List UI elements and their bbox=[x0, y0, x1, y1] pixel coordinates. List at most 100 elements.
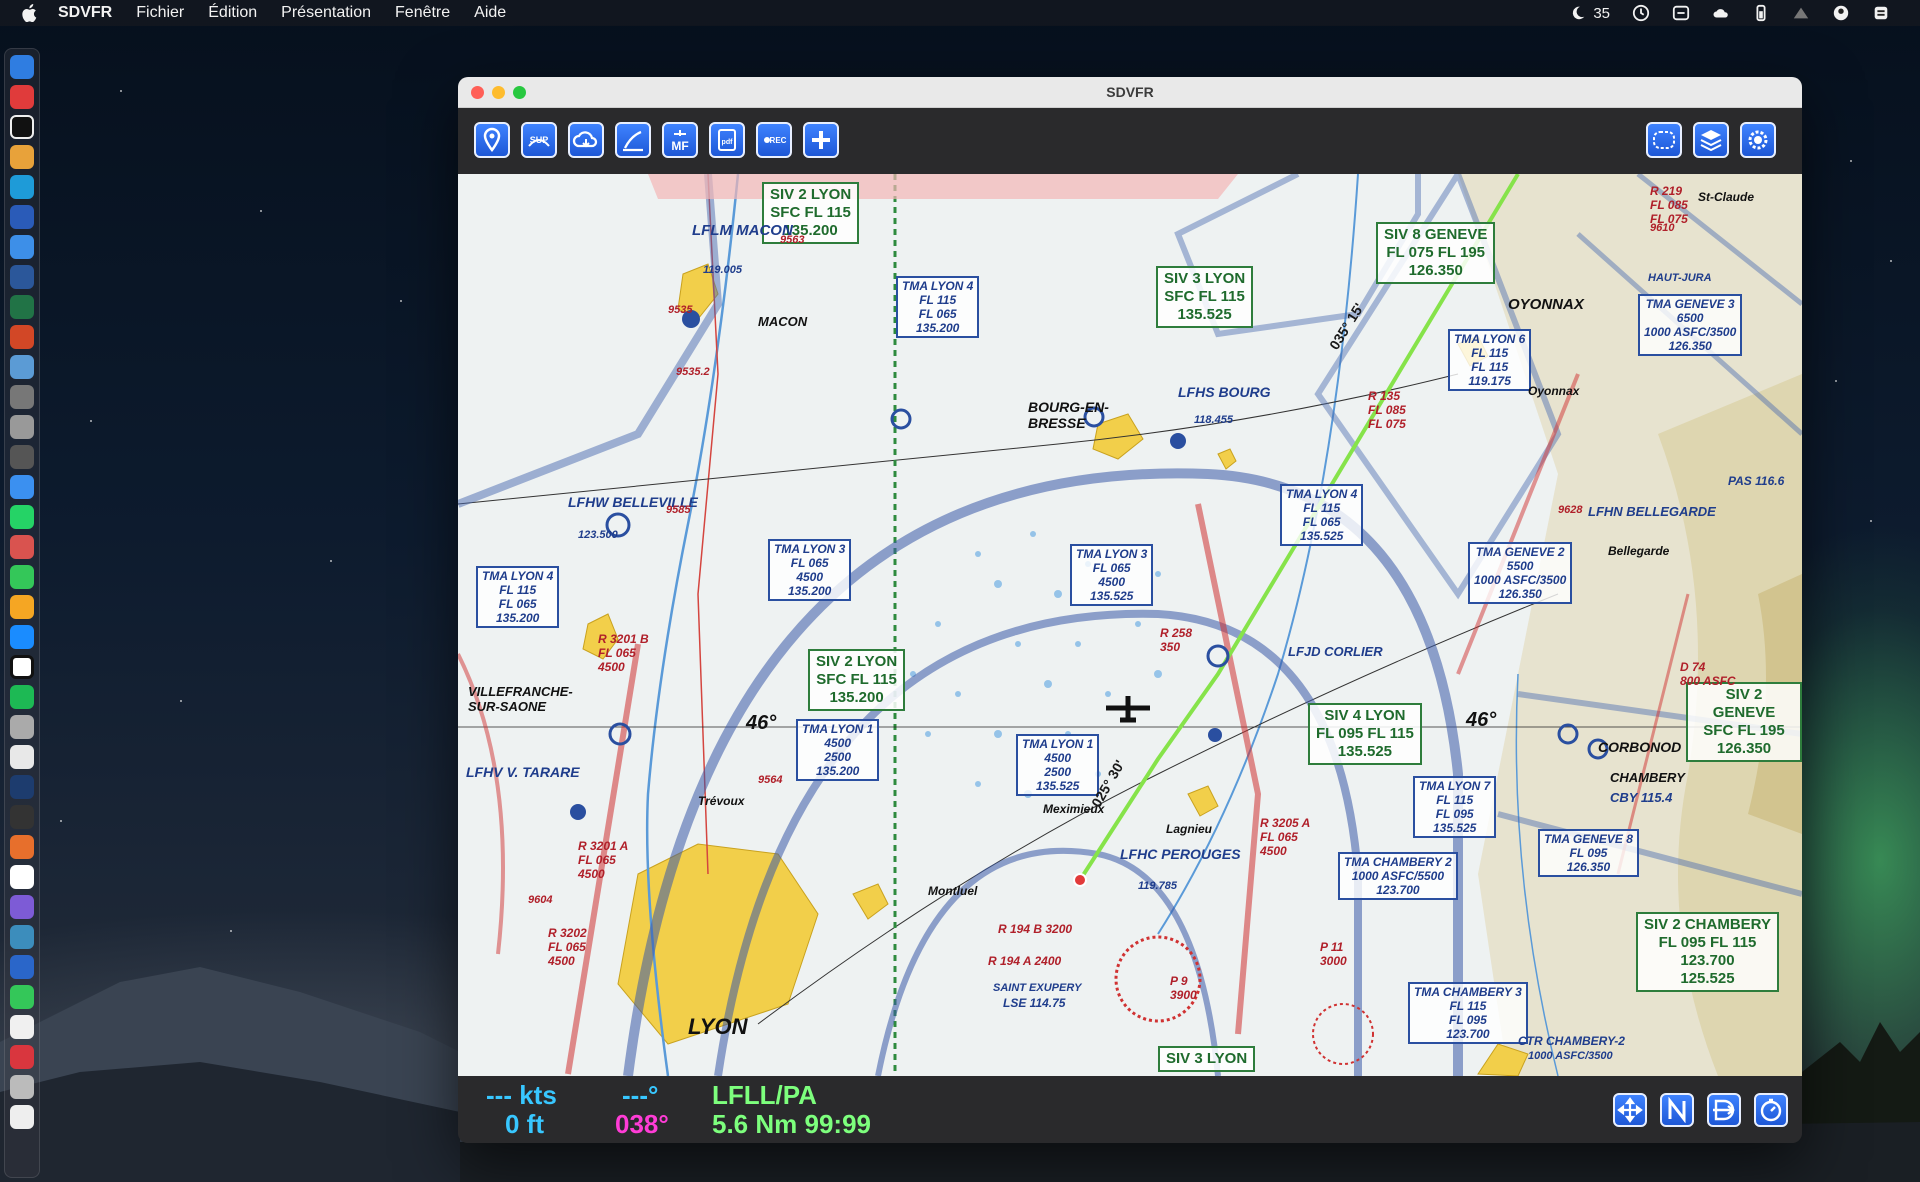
pdf-button[interactable]: pdf bbox=[709, 122, 745, 158]
user-account-icon[interactable] bbox=[1832, 4, 1850, 22]
dock-appstore-icon[interactable] bbox=[10, 625, 34, 649]
tma-label-chambery2[interactable]: TMA CHAMBERY 2 1000 ASFC/5500 123.700 bbox=[1338, 852, 1458, 900]
danger-label-d74[interactable]: D 74 800 ASFC bbox=[1680, 660, 1736, 688]
tma-label-lyon1-west[interactable]: TMA LYON 1 4500 2500 135.200 bbox=[796, 719, 880, 781]
north-up-button[interactable] bbox=[1660, 1093, 1694, 1127]
dock-app-icon-3[interactable] bbox=[10, 655, 34, 679]
dock-app-icon-10[interactable] bbox=[10, 1045, 34, 1069]
dock-powerpoint-icon[interactable] bbox=[10, 325, 34, 349]
dock-safari-icon[interactable] bbox=[10, 475, 34, 499]
dock-calendar-icon-2[interactable] bbox=[10, 1015, 34, 1039]
dock-camera-icon[interactable] bbox=[10, 805, 34, 829]
dock-app-icon-7[interactable] bbox=[10, 865, 34, 889]
restricted-label-r3201b[interactable]: R 3201 B FL 065 4500 bbox=[598, 632, 649, 674]
place-label-lflm-macon[interactable]: LFLM MACON bbox=[692, 222, 793, 239]
restricted-label-r3201a[interactable]: R 3201 A FL 065 4500 bbox=[578, 839, 628, 881]
restricted-label-r3202[interactable]: R 3202 FL 065 4500 bbox=[548, 926, 587, 968]
dock-sdvfr-icon[interactable] bbox=[10, 955, 34, 979]
cloud-icon[interactable] bbox=[1712, 4, 1730, 22]
dock-app-icon[interactable] bbox=[10, 115, 34, 139]
tma-label-geneve3[interactable]: TMA GENEVE 3 6500 1000 ASFC/3500 126.350 bbox=[1638, 294, 1743, 356]
menu-fenetre[interactable]: Fenêtre bbox=[395, 4, 450, 22]
dock-whatsapp-icon[interactable] bbox=[10, 505, 34, 529]
settings-button[interactable] bbox=[1740, 122, 1776, 158]
place-label-lfhv-tarare[interactable]: LFHV V. TARARE bbox=[466, 764, 580, 780]
dock-excel-icon[interactable] bbox=[10, 295, 34, 319]
dock-settings-icon[interactable] bbox=[10, 385, 34, 409]
dock-finder-icon[interactable] bbox=[10, 55, 34, 79]
dock-security-icon[interactable] bbox=[10, 205, 34, 229]
menu-edition[interactable]: Édition bbox=[208, 4, 257, 22]
dock-calendar-icon[interactable] bbox=[10, 535, 34, 559]
airspace-label-siv2-geneve[interactable]: SIV 2 GENEVE SFC FL 195 126.350 bbox=[1686, 682, 1802, 762]
clock-icon[interactable] bbox=[1632, 4, 1650, 22]
dock-app-icon-8[interactable] bbox=[10, 895, 34, 919]
restricted-label-r135[interactable]: R 135 FL 085 FL 075 bbox=[1368, 389, 1406, 431]
dock-app-icon-2[interactable] bbox=[10, 355, 34, 379]
timer-button[interactable] bbox=[1754, 1093, 1788, 1127]
center-position-button[interactable] bbox=[1613, 1093, 1647, 1127]
menu-fichier[interactable]: Fichier bbox=[136, 4, 184, 22]
battery-icon[interactable] bbox=[1752, 4, 1770, 22]
menu-app-name[interactable]: SDVFR bbox=[58, 4, 112, 22]
tma-label-lyon6[interactable]: TMA LYON 6 FL 115 FL 115 119.175 bbox=[1448, 329, 1532, 391]
tma-label-lyon4-east[interactable]: TMA LYON 4 FL 115 FL 065 135.525 bbox=[1280, 484, 1364, 546]
menu-presentation[interactable]: Présentation bbox=[281, 4, 371, 22]
restricted-label-r219[interactable]: R 219 FL 085 FL 075 bbox=[1650, 184, 1688, 226]
prohibited-label-p11[interactable]: P 11 3000 bbox=[1320, 940, 1347, 968]
tma-label-geneve8[interactable]: TMA GENEVE 8 FL 095 126.350 bbox=[1538, 829, 1639, 877]
menu-extra-temp[interactable]: 35 bbox=[1569, 4, 1610, 22]
dock-app-icon-11[interactable] bbox=[10, 1075, 34, 1099]
record-button[interactable]: REC bbox=[756, 122, 792, 158]
dock-clock-icon[interactable] bbox=[10, 445, 34, 469]
apple-menu-icon[interactable] bbox=[20, 4, 38, 22]
place-label-pas-vor[interactable]: PAS 116.6 bbox=[1728, 474, 1784, 488]
profile-button[interactable] bbox=[615, 122, 651, 158]
dock-photos-icon[interactable] bbox=[10, 595, 34, 619]
airspace-label-siv2-chambery[interactable]: SIV 2 CHAMBERY FL 095 FL 115 123.700 125.52… bbox=[1636, 912, 1779, 992]
dock-app-icon-6[interactable] bbox=[10, 775, 34, 799]
place-label-lfhs-bourg[interactable]: LFHS BOURG bbox=[1178, 384, 1271, 400]
dock-app-icon-4[interactable] bbox=[10, 715, 34, 739]
tma-label-geneve2[interactable]: TMA GENEVE 2 5500 1000 ASFC/3500 126.350 bbox=[1468, 542, 1573, 604]
tma-label-lyon7[interactable]: TMA LYON 7 FL 115 FL 095 135.525 bbox=[1413, 776, 1497, 838]
airspace-label-siv4-lyon[interactable]: SIV 4 LYON FL 095 FL 115 135.525 bbox=[1308, 703, 1422, 765]
map-pin-button[interactable] bbox=[474, 122, 510, 158]
layers-button[interactable] bbox=[1693, 122, 1729, 158]
airspace-label-siv3-lyon-south[interactable]: SIV 3 LYON bbox=[1158, 1046, 1256, 1072]
window-minimize-button[interactable] bbox=[492, 86, 505, 99]
place-label-lfhc-perouges[interactable]: LFHC PEROUGES bbox=[1120, 846, 1241, 862]
vac-button[interactable]: MF bbox=[662, 122, 698, 158]
window-titlebar[interactable]: SDVFR bbox=[458, 77, 1802, 108]
window-close-button[interactable] bbox=[471, 86, 484, 99]
window-zoom-button[interactable] bbox=[513, 86, 526, 99]
add-button[interactable] bbox=[803, 122, 839, 158]
tma-label-lyon4-north[interactable]: TMA LYON 4 FL 115 FL 065 135.200 bbox=[896, 276, 980, 338]
dock-word-icon[interactable] bbox=[10, 265, 34, 289]
airspace-label-siv3-lyon[interactable]: SIV 3 LYON SFC FL 115 135.525 bbox=[1156, 266, 1254, 328]
tma-label-lyon3-east[interactable]: TMA LYON 3 FL 065 4500 135.525 bbox=[1070, 544, 1154, 606]
dock-trash-icon[interactable] bbox=[10, 1105, 34, 1129]
dock-edge-icon[interactable] bbox=[10, 175, 34, 199]
wifi-icon[interactable] bbox=[1792, 4, 1810, 22]
dock-app-icon-5[interactable] bbox=[10, 745, 34, 769]
dock-chrome-icon[interactable] bbox=[10, 145, 34, 169]
sup-button[interactable]: SUP bbox=[521, 122, 557, 158]
tma-label-chambery3[interactable]: TMA CHAMBERY 3 FL 115 FL 095 123.700 bbox=[1408, 982, 1528, 1044]
restricted-label-r3205a[interactable]: R 3205 A FL 065 4500 bbox=[1260, 816, 1310, 858]
tma-label-lyon1-east[interactable]: TMA LYON 1 4500 2500 135.525 bbox=[1016, 734, 1100, 796]
dock-spotify-icon[interactable] bbox=[10, 685, 34, 709]
tma-label-lyon3-west[interactable]: TMA LYON 3 FL 065 4500 135.200 bbox=[768, 539, 852, 601]
restricted-label-r258[interactable]: R 258 350 bbox=[1160, 626, 1192, 654]
tma-label-lyon4-west[interactable]: TMA LYON 4 FL 115 FL 065 135.200 bbox=[476, 566, 560, 628]
weather-button[interactable] bbox=[568, 122, 604, 158]
dock-messages-icon[interactable] bbox=[10, 565, 34, 589]
prohibited-label-p9[interactable]: P 9 3900 bbox=[1170, 974, 1197, 1002]
route-button[interactable] bbox=[1646, 122, 1682, 158]
dock-airmail-icon[interactable] bbox=[10, 85, 34, 109]
place-label-lfhn-bellegarde[interactable]: LFHN BELLEGARDE bbox=[1588, 504, 1716, 519]
airspace-label-siv8-geneve[interactable]: SIV 8 GENEVE FL 075 FL 195 126.350 bbox=[1376, 222, 1496, 284]
place-label-lfjd-corlier[interactable]: LFJD CORLIER bbox=[1288, 644, 1383, 659]
waypoint-readout[interactable]: LFLL/PA bbox=[712, 1080, 817, 1111]
control-center-icon[interactable] bbox=[1872, 4, 1890, 22]
